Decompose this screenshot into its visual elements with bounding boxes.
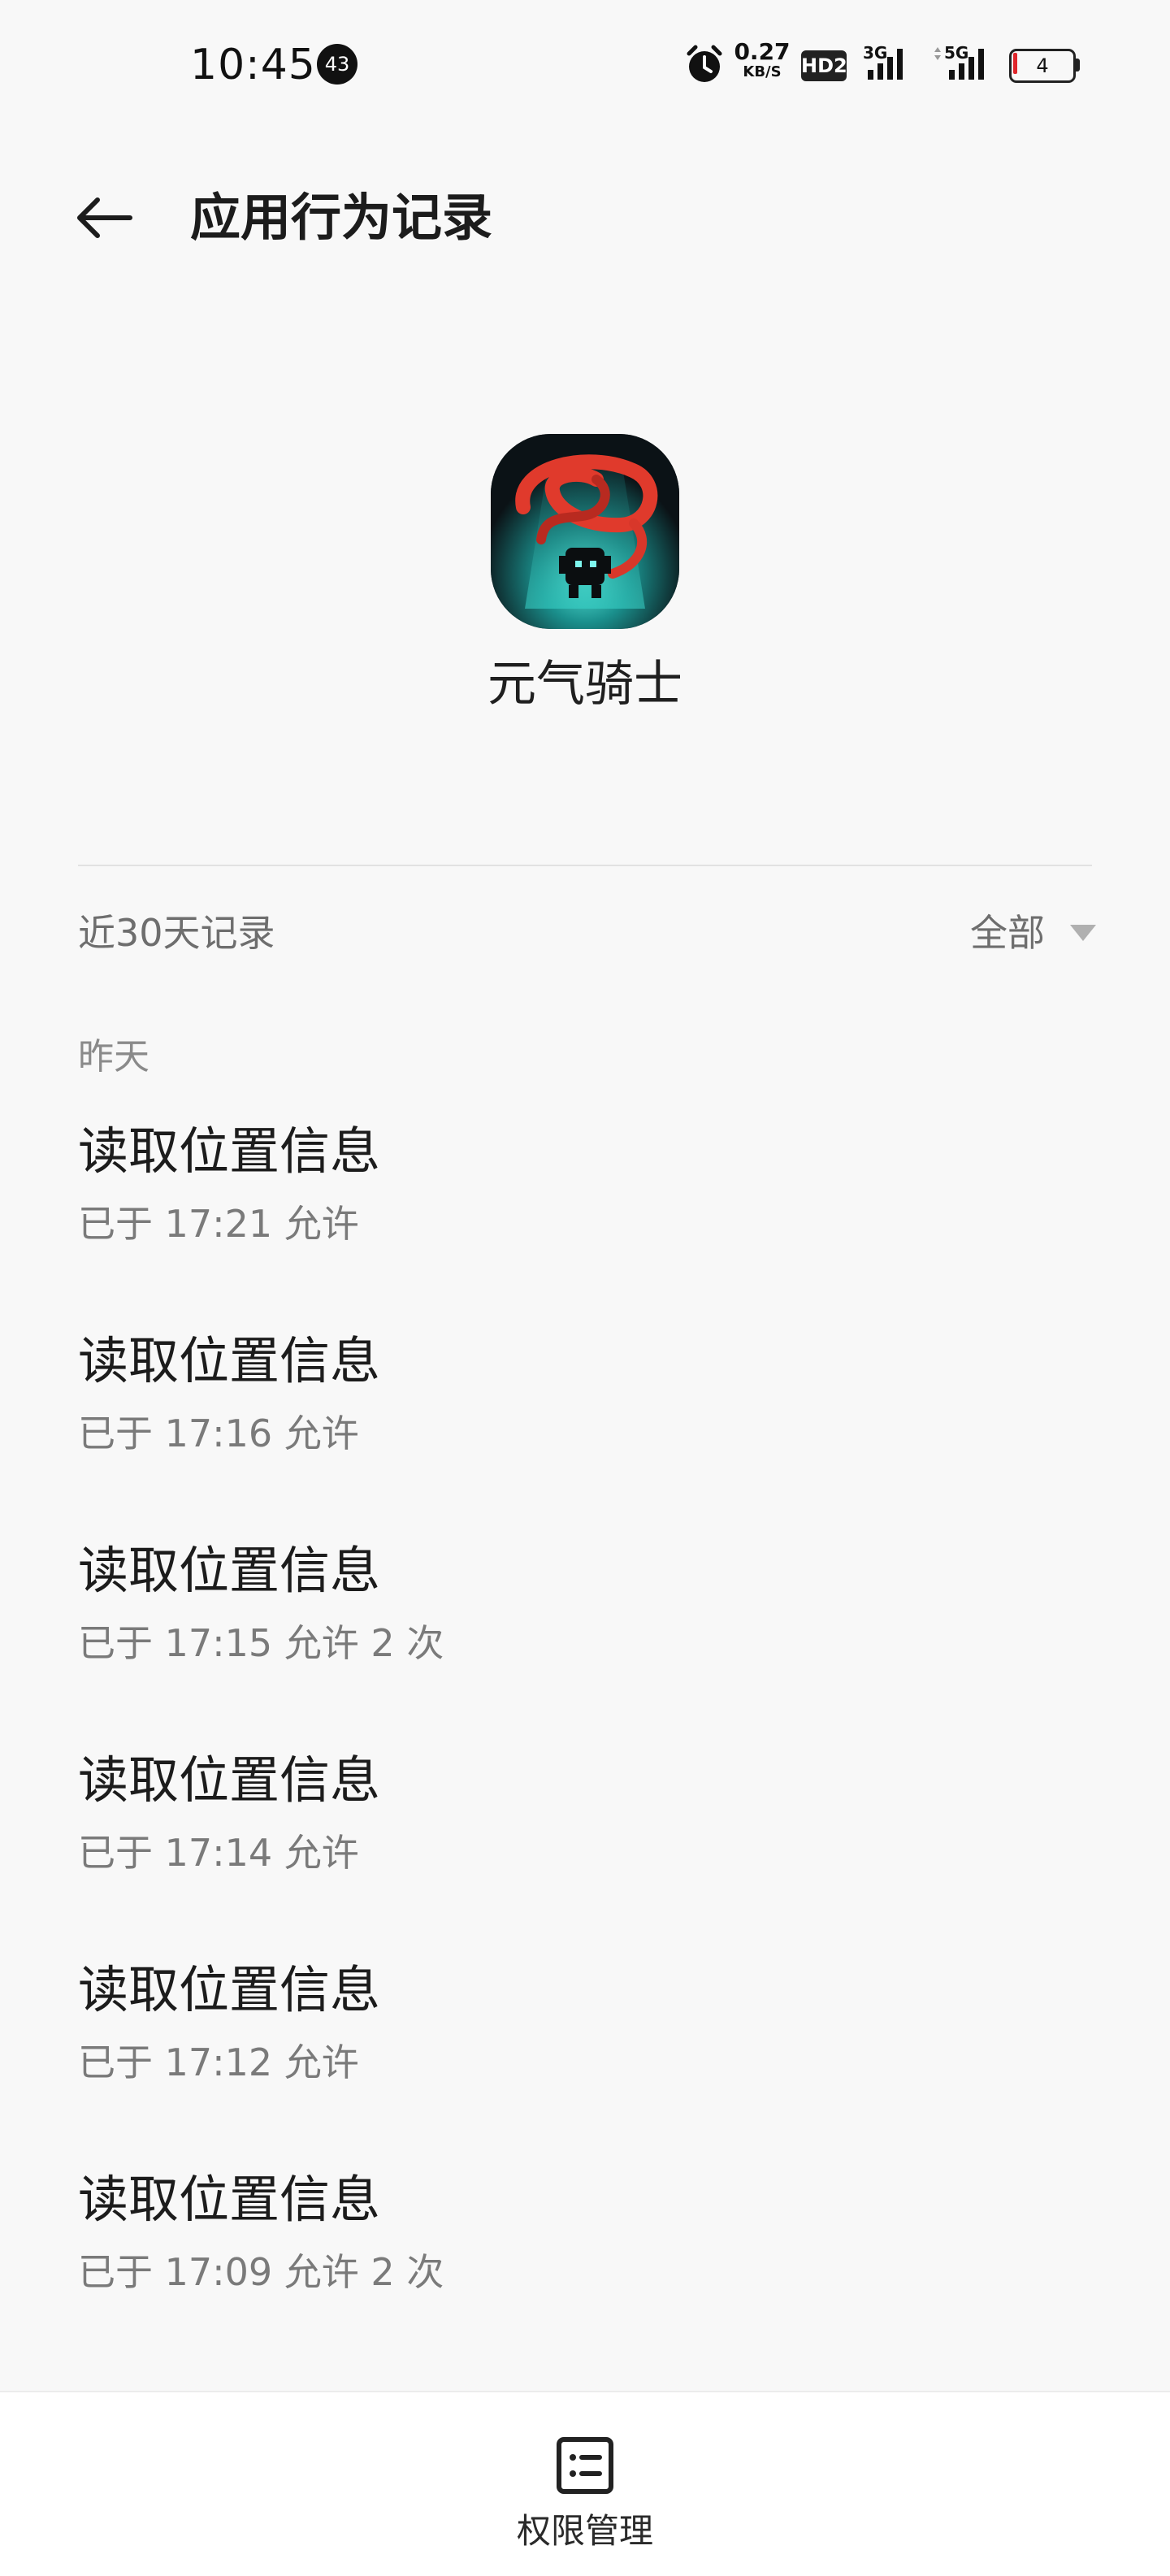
record-detail: 已于 17:14 允许: [78, 1831, 359, 1875]
record-detail: 已于 17:09 允许 2 次: [78, 2250, 444, 2294]
alarm-icon: [684, 41, 725, 89]
divider: [78, 865, 1092, 866]
network-speed: 0.27 KB/S: [733, 41, 791, 89]
signal-5g-icon: 5G: [933, 41, 996, 89]
list-item[interactable]: 读取位置信息 已于 17:21 允许: [78, 1113, 1092, 1323]
record-detail: 已于 17:12 允许: [78, 2040, 359, 2084]
notification-count-badge: 43: [317, 44, 358, 85]
signal-5g-label: 5G: [944, 43, 968, 63]
soul-knight-app-icon: [491, 434, 679, 629]
app-name: 元气骑士: [488, 656, 682, 713]
record-title: 读取位置信息: [78, 1331, 381, 1390]
section-label: 近30天记录: [78, 911, 275, 955]
status-bar: 10:45 43 0.27 KB/S HD2 3G 5G 4: [0, 0, 1170, 130]
record-title: 读取位置信息: [78, 2170, 381, 2229]
signal-3g-icon: 3G: [861, 41, 916, 89]
record-title: 读取位置信息: [78, 1121, 381, 1181]
list-icon: [552, 2433, 618, 2498]
list-item[interactable]: 读取位置信息 已于 17:12 允许: [78, 1952, 1092, 2162]
status-time: 10:45: [190, 41, 316, 89]
permission-management-label: 权限管理: [516, 2511, 653, 2551]
record-title: 读取位置信息: [78, 1750, 381, 1810]
back-button[interactable]: [65, 179, 143, 257]
hd-voice-icon: HD2: [801, 50, 847, 81]
record-detail: 已于 17:16 允许: [78, 1412, 359, 1455]
list-item[interactable]: 读取位置信息 已于 17:15 允许 2 次: [78, 1533, 1092, 1742]
signal-3g-label: 3G: [863, 43, 887, 63]
record-title: 读取位置信息: [78, 1960, 381, 2019]
filter-selected-label: 全部: [970, 911, 1045, 955]
filter-dropdown[interactable]: 全部: [970, 904, 1097, 962]
record-detail: 已于 17:15 允许 2 次: [78, 1621, 444, 1665]
list-item[interactable]: 读取位置信息 已于 17:14 允许: [78, 1742, 1092, 1952]
record-list: 读取位置信息 已于 17:21 允许 读取位置信息 已于 17:16 允许 读取…: [78, 1113, 1092, 2371]
network-speed-unit: KB/S: [743, 63, 782, 80]
permission-management-button[interactable]: 权限管理: [455, 2433, 715, 2555]
triangle-down-icon: [1070, 925, 1096, 941]
list-item[interactable]: 读取位置信息 已于 17:16 允许: [78, 1323, 1092, 1533]
bottom-bar: 权限管理: [0, 2391, 1170, 2576]
page-title: 应用行为记录: [190, 188, 493, 247]
network-speed-value: 0.27: [734, 38, 791, 65]
list-item[interactable]: 读取位置信息 已于 17:09 允许 2 次: [78, 2162, 1092, 2371]
arrow-left-icon: [77, 197, 132, 238]
battery-icon: 4: [1009, 49, 1080, 83]
group-header: 昨天: [78, 1036, 150, 1078]
record-detail: 已于 17:21 允许: [78, 1202, 359, 1246]
record-title: 读取位置信息: [78, 1541, 381, 1600]
battery-level: 4: [1036, 54, 1049, 77]
